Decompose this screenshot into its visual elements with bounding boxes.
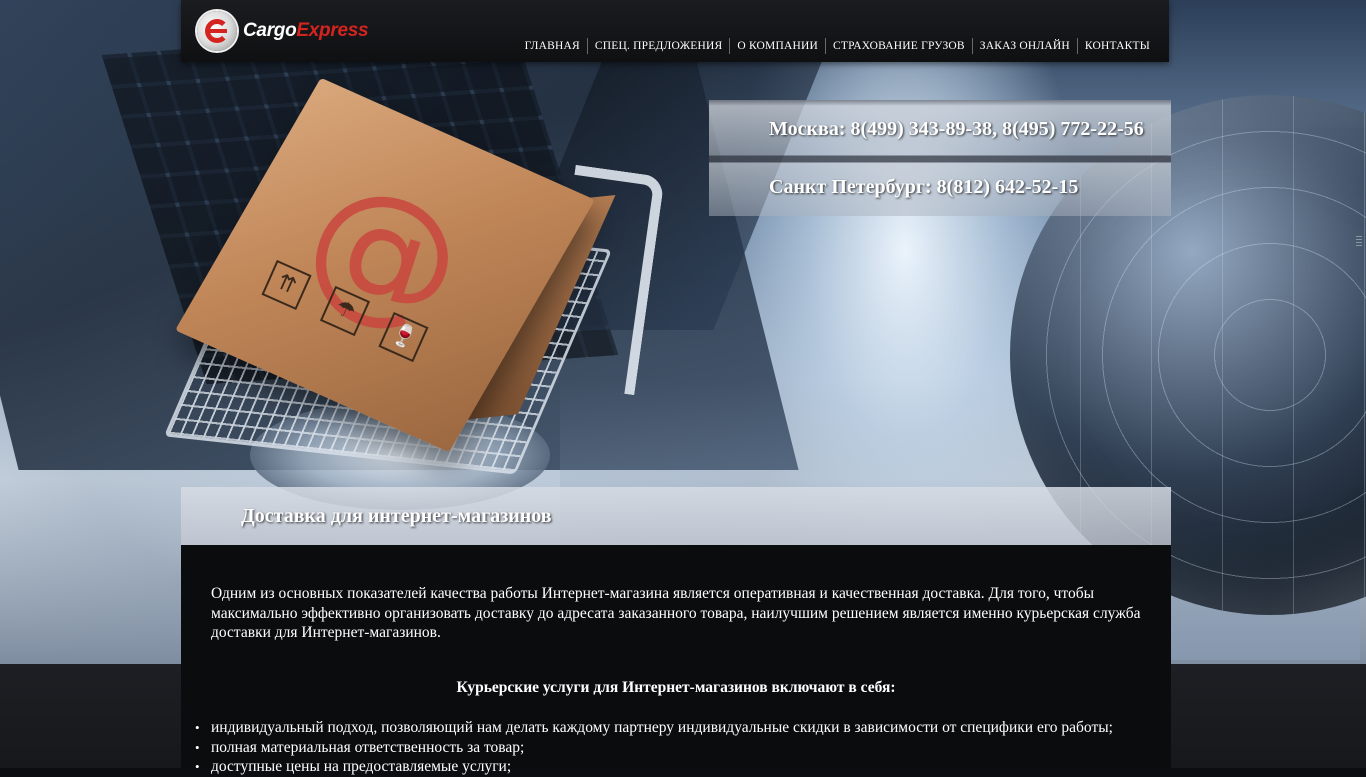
nav-item-home[interactable]: ГЛАВНАЯ: [518, 38, 587, 54]
page-title-band: Доставка для интернет-магазинов: [181, 487, 1171, 545]
logo-text: CargoExpress: [243, 20, 369, 42]
page-title: Доставка для интернет-магазинов: [241, 505, 552, 527]
nav-item-special-offers[interactable]: СПЕЦ. ПРЕДЛОЖЕНИЯ: [586, 38, 729, 54]
site-header: CargoExpress ГЛАВНАЯ СПЕЦ. ПРЕДЛОЖЕНИЯ О…: [181, 0, 1169, 62]
site-logo-link[interactable]: CargoExpress: [197, 8, 369, 54]
list-item: полная материальная ответственность за т…: [195, 738, 1171, 758]
logo-text-white: Cargo: [243, 20, 297, 41]
scrollbar-grip[interactable]: [1356, 234, 1362, 246]
nav-item-contacts[interactable]: КОНТАКТЫ: [1076, 38, 1157, 54]
phone-panel: Москва: 8(499) 343-89-38, 8(495) 772-22-…: [709, 100, 1171, 216]
moscow-phone: Москва: 8(499) 343-89-38, 8(495) 772-22-…: [769, 118, 1144, 140]
list-item: доступные цены на предоставляемые услуги…: [195, 757, 1171, 777]
spb-phone: Санкт Петербург: 8(812) 642-52-15: [769, 176, 1079, 198]
intro-paragraph: Одним из основных показателей качества р…: [211, 585, 1141, 641]
list-item: индивидуальный подход, позволяющий нам д…: [195, 718, 1171, 738]
nav-item-order-online[interactable]: ЗАКАЗ ОНЛАЙН: [971, 38, 1077, 54]
main-navigation: ГЛАВНАЯ СПЕЦ. ПРЕДЛОЖЕНИЯ О КОМПАНИИ СТР…: [518, 38, 1157, 54]
nav-item-cargo-insurance[interactable]: СТРАХОВАНИЕ ГРУЗОВ: [825, 38, 972, 54]
cargo-express-logo-icon: [197, 11, 237, 51]
content-box: Одним из основных показателей качества р…: [181, 545, 1171, 776]
nav-item-about[interactable]: О КОМПАНИИ: [729, 38, 825, 54]
services-subheading: Курьерские услуги для Интернет-магазинов…: [456, 679, 896, 696]
logo-text-red: Express: [296, 20, 369, 41]
